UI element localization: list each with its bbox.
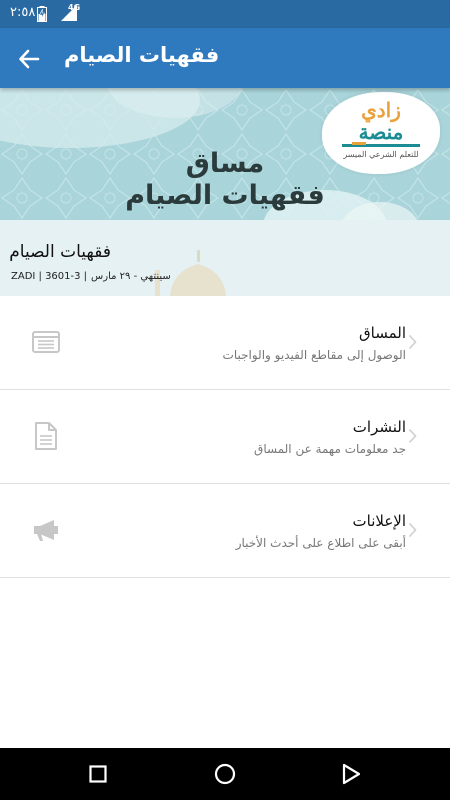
course-end-date: سينتهي - ٢٩ مارس <box>91 271 171 282</box>
logo-word-platform: منصة <box>358 120 404 144</box>
system-nav-bar <box>0 748 450 800</box>
status-bar: ٢:٥٨ 4G <box>0 0 450 28</box>
status-time: ٢:٥٨ <box>10 5 36 20</box>
megaphone-icon <box>30 514 62 546</box>
chevron-right-icon <box>408 522 417 538</box>
menu-item-title: النشرات <box>352 418 406 436</box>
chevron-right-icon <box>408 428 417 444</box>
course-header: فقهيات الصيام ZADI | 3601-3 | سينتهي - ٢… <box>0 220 450 297</box>
page-title: فقهيات الصيام <box>64 43 220 67</box>
course-menu: المساق الوصول إلى مقاطع الفيديو والواجبا… <box>0 296 450 578</box>
menu-item-course[interactable]: المساق الوصول إلى مقاطع الفيديو والواجبا… <box>0 296 450 390</box>
course-code: ZADI | 3601-3 | <box>11 271 88 282</box>
course-title: فقهيات الصيام <box>9 242 111 262</box>
banner-heading: مساق <box>185 148 265 179</box>
course-banner: زادي منصة للتعلم الشرعي الميسر مساق فقهي… <box>0 88 450 220</box>
recents-button[interactable] <box>86 762 110 786</box>
nav-back-button[interactable] <box>339 762 363 786</box>
recents-square-icon <box>89 765 107 783</box>
app-bar: فقهيات الصيام <box>0 28 450 88</box>
banner-subheading: فقهيات الصيام <box>125 180 325 211</box>
menu-item-title: المساق <box>359 324 406 342</box>
back-triangle-icon <box>342 763 361 785</box>
arrow-back-icon <box>19 49 40 69</box>
menu-item-title: الإعلانات <box>352 512 407 530</box>
home-button[interactable] <box>213 762 237 786</box>
menu-item-subtitle: الوصول إلى مقاطع الفيديو والواجبات <box>222 348 406 362</box>
menu-item-announcements[interactable]: الإعلانات أبقى على اطلاع على أحدث الأخبا… <box>0 484 450 578</box>
menu-item-handouts[interactable]: النشرات جد معلومات مهمة عن المساق <box>0 390 450 484</box>
home-circle-icon <box>214 763 236 785</box>
course-meta: ZADI | 3601-3 | سينتهي - ٢٩ مارس <box>11 271 171 282</box>
battery-charging-icon <box>37 6 47 26</box>
menu-item-subtitle: جد معلومات مهمة عن المساق <box>254 442 406 456</box>
menu-item-subtitle: أبقى على اطلاع على أحدث الأخبار <box>235 536 406 550</box>
chevron-right-icon <box>408 334 417 350</box>
browser-window-icon <box>30 326 62 358</box>
document-icon <box>30 420 62 452</box>
logo-word-zadi: زادي <box>361 98 401 122</box>
back-button[interactable] <box>14 44 44 74</box>
network-type: 4G <box>68 3 81 12</box>
